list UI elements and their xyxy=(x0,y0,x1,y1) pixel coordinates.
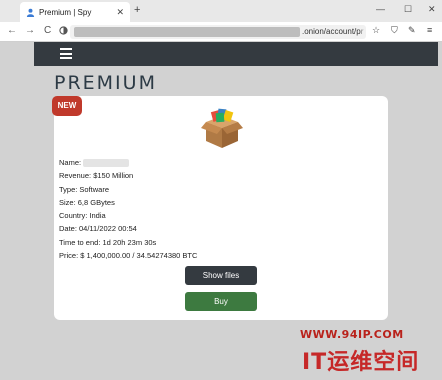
revenue-row: Revenue: $150 Million xyxy=(59,171,134,181)
redacted-url xyxy=(74,27,300,37)
type-row: Type: Software xyxy=(59,184,110,194)
show-files-button[interactable]: Show files xyxy=(185,266,257,285)
reload-icon[interactable]: C xyxy=(44,25,51,36)
page-title: PREMIUM xyxy=(54,72,157,94)
watermark-url: WWW.94IP.COM xyxy=(300,328,404,341)
address-bar[interactable]: .onion/account/pr xyxy=(70,25,366,39)
new-badge: NEW xyxy=(52,96,82,116)
browser-tab-bar: Premium | Spy ✕ + — ☐ ✕ xyxy=(0,0,442,22)
url-text: .onion/account/pr xyxy=(302,27,364,36)
shield-icon[interactable]: ⛉ xyxy=(391,25,398,36)
size-row: Size: 6,8 GBytes xyxy=(59,197,115,207)
listing-details: Name: Revenue: $150 Million Type: Softwa… xyxy=(59,156,197,262)
hamburger-menu-icon[interactable] xyxy=(60,48,72,59)
window-close-icon[interactable]: ✕ xyxy=(428,4,436,15)
tab-title: Premium | Spy xyxy=(39,7,92,17)
time-to-end-row: Time to end: 1d 20h 23m 30s xyxy=(59,237,157,247)
watermark-logo: IT运维空间 xyxy=(302,350,420,375)
profile-icon xyxy=(26,8,35,17)
buy-button[interactable]: Buy xyxy=(185,292,257,311)
minimize-icon[interactable]: — xyxy=(376,4,385,14)
tab-close-icon[interactable]: ✕ xyxy=(116,7,124,18)
bookmark-star-icon[interactable]: ☆ xyxy=(372,25,380,36)
maximize-icon[interactable]: ☐ xyxy=(404,4,412,15)
back-icon[interactable]: ← xyxy=(7,25,17,36)
redacted-name xyxy=(83,159,130,168)
forward-icon[interactable]: → xyxy=(25,25,35,36)
new-tab-button[interactable]: + xyxy=(134,4,140,16)
menu-icon[interactable]: ≡ xyxy=(427,25,432,35)
price-row: Price: $ 1,400,000.00 / 34.54274380 BTC xyxy=(59,251,198,261)
name-row: Name: xyxy=(59,156,197,169)
country-row: Country: India xyxy=(59,211,106,221)
site-navbar xyxy=(34,42,438,66)
site-info-icon[interactable] xyxy=(59,26,68,38)
browser-toolbar: ← → C .onion/account/pr ☆ ⛉ ✎ ≡ xyxy=(0,22,442,42)
extension-icon[interactable]: ✎ xyxy=(408,25,416,36)
package-box-icon xyxy=(201,108,243,148)
browser-tab[interactable]: Premium | Spy ✕ xyxy=(20,2,130,22)
date-row: Date: 04/11/2022 00:54 xyxy=(59,224,137,234)
